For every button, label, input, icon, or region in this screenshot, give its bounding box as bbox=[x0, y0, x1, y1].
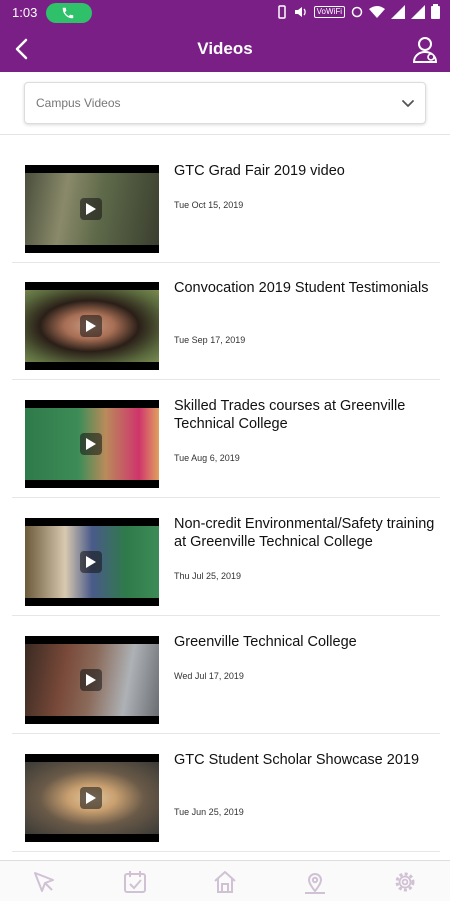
home-icon bbox=[214, 871, 236, 893]
nav-settings[interactable] bbox=[392, 869, 418, 895]
calendar-check-icon bbox=[124, 871, 146, 893]
video-title: GTC Grad Fair 2019 video bbox=[174, 163, 345, 179]
video-item[interactable]: GTC Student Scholar Showcase 2019 Tue Ju… bbox=[12, 734, 440, 852]
video-date: Wed Jul 17, 2019 bbox=[174, 671, 244, 681]
video-title: Non-credit Environmental/Safety training… bbox=[174, 516, 435, 550]
signal-2-icon bbox=[411, 4, 425, 19]
map-pin-icon bbox=[305, 873, 325, 894]
page-title: Videos bbox=[197, 39, 253, 58]
vowifi-badge: VoWiFi bbox=[313, 5, 345, 18]
video-item[interactable]: GTC Grad Fair 2019 video Tue Oct 15, 201… bbox=[12, 145, 440, 263]
cursor-icon bbox=[34, 872, 54, 892]
video-thumbnail[interactable] bbox=[25, 518, 159, 606]
filter-area: Campus Videos bbox=[0, 72, 450, 135]
profile-button[interactable] bbox=[412, 35, 438, 63]
vibrate-icon bbox=[277, 4, 286, 19]
chevron-down-icon bbox=[402, 100, 414, 107]
video-thumbnail[interactable] bbox=[25, 636, 159, 724]
video-thumbnail[interactable] bbox=[25, 754, 159, 842]
play-icon bbox=[80, 198, 102, 220]
video-date: Tue Sep 17, 2019 bbox=[174, 335, 246, 345]
app-bar: Videos bbox=[0, 26, 450, 72]
nav-calendar[interactable] bbox=[122, 869, 148, 895]
status-icons: VoWiFi bbox=[276, 4, 440, 19]
battery-icon bbox=[431, 4, 440, 19]
alarm-icon bbox=[351, 6, 363, 17]
nav-map[interactable] bbox=[302, 869, 328, 895]
play-icon bbox=[80, 433, 102, 455]
play-icon bbox=[80, 669, 102, 691]
volume-icon bbox=[294, 6, 306, 17]
video-title: Skilled Trades courses at Greenville Tec… bbox=[174, 398, 406, 432]
nav-home[interactable] bbox=[212, 869, 238, 895]
bottom-nav bbox=[0, 860, 450, 901]
play-icon bbox=[80, 315, 102, 337]
video-item[interactable]: Non-credit Environmental/Safety training… bbox=[12, 498, 440, 616]
video-item[interactable]: Convocation 2019 Student Testimonials Tu… bbox=[12, 262, 440, 380]
video-date: Tue Jun 25, 2019 bbox=[174, 807, 244, 817]
signal-icon bbox=[391, 4, 405, 19]
video-date: Tue Aug 6, 2019 bbox=[174, 453, 240, 463]
video-thumbnail[interactable] bbox=[25, 282, 159, 370]
video-title: Convocation 2019 Student Testimonials bbox=[174, 280, 429, 296]
video-item[interactable]: Skilled Trades courses at Greenville Tec… bbox=[12, 380, 440, 498]
gear-icon bbox=[395, 872, 415, 892]
play-icon bbox=[80, 787, 102, 809]
video-thumbnail[interactable] bbox=[25, 165, 159, 253]
ongoing-call-indicator[interactable] bbox=[46, 3, 92, 23]
status-time: 1:03 bbox=[12, 5, 38, 20]
dropdown-selected-value: Campus Videos bbox=[36, 96, 121, 110]
wifi-icon bbox=[369, 5, 385, 18]
status-bar: 1:03 VoWiFi bbox=[0, 0, 450, 26]
video-item[interactable]: Greenville Technical College Wed Jul 17,… bbox=[12, 616, 440, 734]
video-date: Tue Oct 15, 2019 bbox=[174, 200, 244, 210]
video-thumbnail[interactable] bbox=[25, 400, 159, 488]
play-icon bbox=[80, 551, 102, 573]
user-icon bbox=[412, 37, 438, 63]
video-title: GTC Student Scholar Showcase 2019 bbox=[174, 752, 420, 768]
category-dropdown[interactable]: Campus Videos bbox=[24, 82, 426, 124]
phone-icon bbox=[62, 7, 74, 19]
video-title: Greenville Technical College bbox=[174, 634, 357, 650]
nav-cursor[interactable] bbox=[31, 869, 57, 895]
video-date: Thu Jul 25, 2019 bbox=[174, 571, 242, 581]
